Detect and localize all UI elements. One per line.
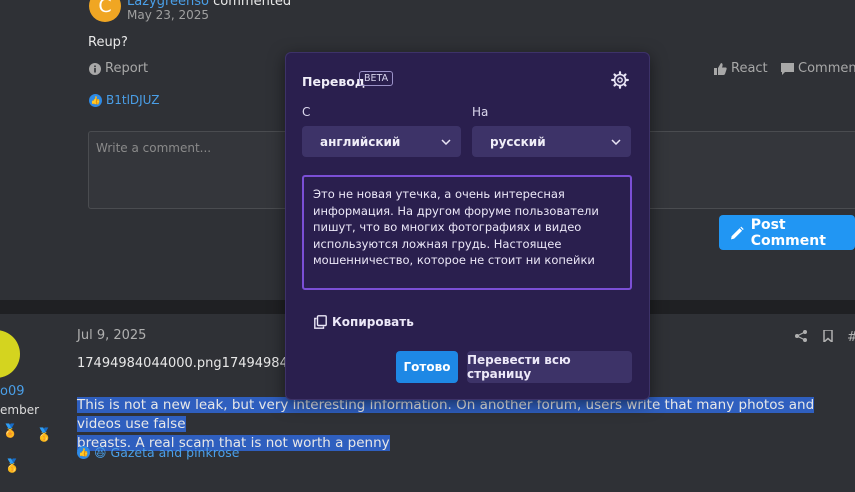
attachment-filename[interactable]: 17494984044000.png174949840 [77, 356, 296, 371]
selected-line-1: This is not a new leak, but very interes… [77, 397, 815, 432]
user-role: ember [0, 403, 40, 417]
bookmark-icon[interactable] [823, 329, 833, 346]
reactions-list[interactable]: 👍 B1tlDJUZ [89, 93, 159, 107]
left-user-column [0, 0, 67, 300]
comment-label: Comment [798, 61, 855, 76]
like-reaction-icon: 👍 [89, 93, 102, 107]
post-comment-button[interactable]: Post Comment [719, 215, 855, 250]
like-reaction-icon: 👍 [77, 446, 90, 459]
info-icon [89, 62, 101, 75]
translation-output[interactable]: Это не новая утечка, а очень интересная … [302, 175, 632, 290]
laugh-reaction-icon: 😆 [94, 445, 107, 460]
post-date-2[interactable]: Jul 9, 2025 [77, 328, 146, 343]
reactions-list-2[interactable]: 👍 😆 Gazeta and pinkrose [77, 445, 239, 460]
popup-title: Перевод [302, 74, 365, 89]
medal-icon-2[interactable]: 🥇 [4, 459, 20, 474]
source-language-select[interactable]: английский [302, 126, 461, 157]
post-message: Reup? [88, 35, 128, 50]
chevron-down-icon [441, 138, 451, 145]
beta-badge: BETA [359, 71, 394, 86]
react-label: React [731, 61, 768, 76]
more-icon[interactable]: # [847, 330, 855, 345]
pencil-icon [731, 226, 744, 239]
source-language-value: английский [320, 134, 401, 149]
done-button[interactable]: Готово [396, 351, 458, 383]
medal-icon[interactable]: 🥇 [36, 428, 52, 443]
action-text: commented [213, 0, 292, 9]
share-icon[interactable] [795, 330, 807, 346]
chevron-down-icon [611, 138, 621, 145]
post-date[interactable]: May 23, 2025 [127, 8, 209, 22]
copy-label: Копировать [332, 315, 414, 329]
reactor-names[interactable]: Gazeta and pinkrose [111, 445, 240, 460]
thumbs-up-icon [714, 62, 727, 75]
comment-button[interactable]: Comment [781, 61, 855, 76]
username-2[interactable]: o09 [0, 384, 25, 399]
target-language-select[interactable]: русский [472, 126, 631, 157]
from-label: С [302, 105, 311, 119]
to-label: На [472, 105, 489, 119]
post-comment-label: Post Comment [750, 216, 826, 249]
comment-placeholder: Write a comment... [96, 141, 212, 155]
speech-bubble-icon [781, 62, 794, 75]
react-button[interactable]: React [714, 61, 768, 76]
translation-popup: Перевод BETA С На английский русский Это… [285, 52, 650, 400]
translate-page-button[interactable]: Перевести всю страницу [467, 351, 632, 383]
reactor-name[interactable]: B1tlDJUZ [106, 93, 159, 107]
target-language-value: русский [490, 134, 546, 149]
gear-icon[interactable] [611, 71, 629, 89]
copy-button[interactable]: Копировать [314, 315, 414, 329]
trophy-icon[interactable]: 🏅 [2, 424, 18, 439]
copy-icon [314, 315, 327, 329]
report-label: Report [105, 61, 149, 76]
report-button[interactable]: Report [89, 61, 148, 76]
